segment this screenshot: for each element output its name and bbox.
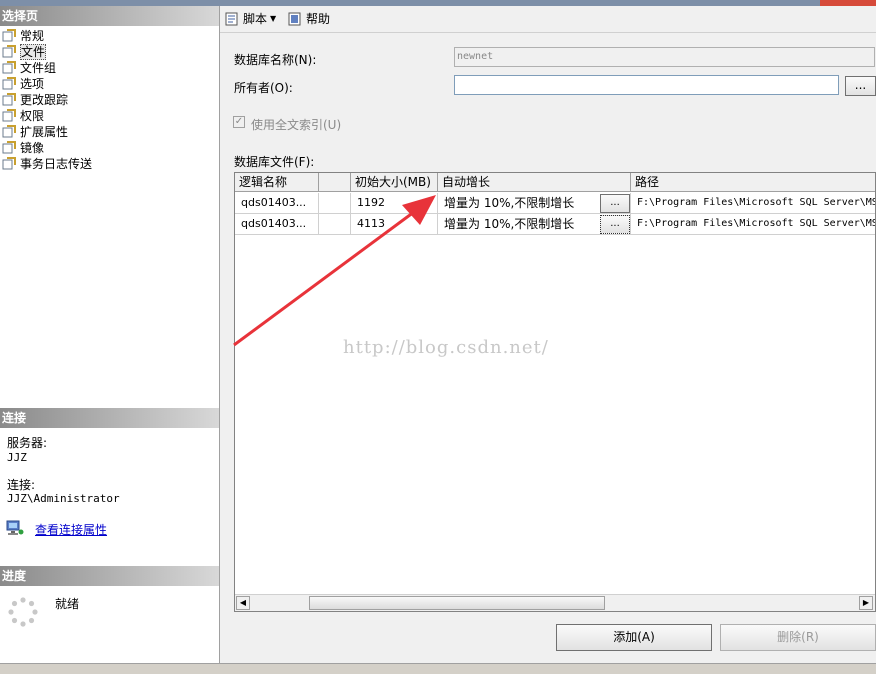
nav-item-files[interactable]: 文件: [0, 44, 219, 60]
horizontal-scrollbar[interactable]: ◀ ▶: [235, 594, 875, 611]
col-header-autogrowth[interactable]: 自动增长: [438, 173, 631, 192]
nav-item-permissions[interactable]: 权限: [0, 108, 219, 124]
scroll-thumb[interactable]: [309, 596, 605, 610]
db-name-input[interactable]: newnet: [454, 47, 875, 67]
fulltext-label: 使用全文索引(U): [251, 118, 342, 132]
db-files-label: 数据库文件(F):: [234, 155, 315, 169]
nav-item-mirroring[interactable]: 镜像: [0, 140, 219, 156]
db-name-label: 数据库名称(N):: [234, 53, 317, 67]
page-icon: [2, 109, 16, 122]
remove-button[interactable]: 删除(R): [720, 624, 876, 651]
nav-item-options[interactable]: 选项: [0, 76, 219, 92]
page-icon: [2, 29, 16, 42]
autogrowth-edit-button[interactable]: ...: [600, 194, 630, 213]
page-icon: [2, 125, 16, 138]
nav-item-filegroups[interactable]: 文件组: [0, 60, 219, 76]
add-button[interactable]: 添加(A): [556, 624, 712, 651]
chevron-down-icon: ▼: [270, 14, 277, 23]
page-icon: [2, 61, 16, 74]
help-button[interactable]: 帮助: [287, 10, 330, 28]
left-pane: 选择页 常规 文件 文件组 选项 更改跟踪 权限 扩展属性 镜像 事务日志传送 …: [0, 6, 220, 663]
nav-item-label: 权限: [20, 109, 45, 123]
script-button[interactable]: 脚本 ▼: [224, 10, 276, 28]
page-icon: [2, 141, 16, 154]
server-value: JJZ: [7, 451, 27, 464]
connection-value: JJZ\Administrator: [7, 492, 120, 505]
bottom-status-strip: [0, 663, 876, 674]
fulltext-checkbox[interactable]: ✓: [233, 116, 245, 128]
nav-item-label: 选项: [20, 77, 45, 91]
help-icon: [288, 12, 301, 26]
connection-label: 连接:: [7, 478, 36, 492]
nav-item-label: 事务日志传送: [20, 157, 93, 171]
page-icon: [2, 77, 16, 90]
toolbar: 脚本 ▼ 帮助: [220, 6, 876, 33]
script-icon: [225, 12, 238, 26]
progress-header: 进度: [0, 566, 219, 586]
progress-status: 就绪: [55, 597, 80, 611]
autogrowth-edit-button[interactable]: ...: [600, 215, 630, 234]
nav-item-label: 镜像: [20, 141, 45, 155]
progress-spinner-icon: [8, 597, 38, 627]
nav-item-label: 常规: [20, 29, 45, 43]
cell-path[interactable]: F:\Program Files\Microsoft SQL Server\MS: [631, 193, 875, 214]
scroll-right-icon[interactable]: ▶: [859, 596, 873, 610]
scroll-left-icon[interactable]: ◀: [236, 596, 250, 610]
page-icon: [2, 93, 16, 106]
nav-item-change-tracking[interactable]: 更改跟踪: [0, 92, 219, 108]
connection-header: 连接: [0, 408, 219, 428]
page-icon: [2, 157, 16, 170]
nav-item-label: 更改跟踪: [20, 93, 69, 107]
nav-item-label: 扩展属性: [20, 125, 69, 139]
owner-browse-button[interactable]: ...: [845, 76, 876, 96]
owner-label: 所有者(O):: [234, 81, 293, 95]
page-nav-list: 常规 文件 文件组 选项 更改跟踪 权限 扩展属性 镜像 事务日志传送: [0, 28, 219, 172]
help-label: 帮助: [306, 12, 331, 26]
nav-item-general[interactable]: 常规: [0, 28, 219, 44]
nav-item-label: 文件组: [20, 61, 57, 75]
red-arrow-annotation: [233, 195, 436, 347]
connection-properties-icon: [6, 520, 24, 535]
select-page-header: 选择页: [0, 6, 219, 26]
col-header-path[interactable]: 路径: [631, 173, 875, 192]
owner-input[interactable]: [454, 75, 839, 95]
script-label: 脚本: [243, 12, 268, 26]
view-connection-properties-link[interactable]: 查看连接属性: [35, 521, 107, 538]
page-icon: [2, 45, 16, 58]
nav-item-log-shipping[interactable]: 事务日志传送: [0, 156, 219, 172]
server-label: 服务器:: [7, 436, 48, 450]
cell-path[interactable]: F:\Program Files\Microsoft SQL Server\MS: [631, 214, 875, 235]
nav-item-extended-properties[interactable]: 扩展属性: [0, 124, 219, 140]
nav-item-label: 文件: [20, 44, 47, 60]
